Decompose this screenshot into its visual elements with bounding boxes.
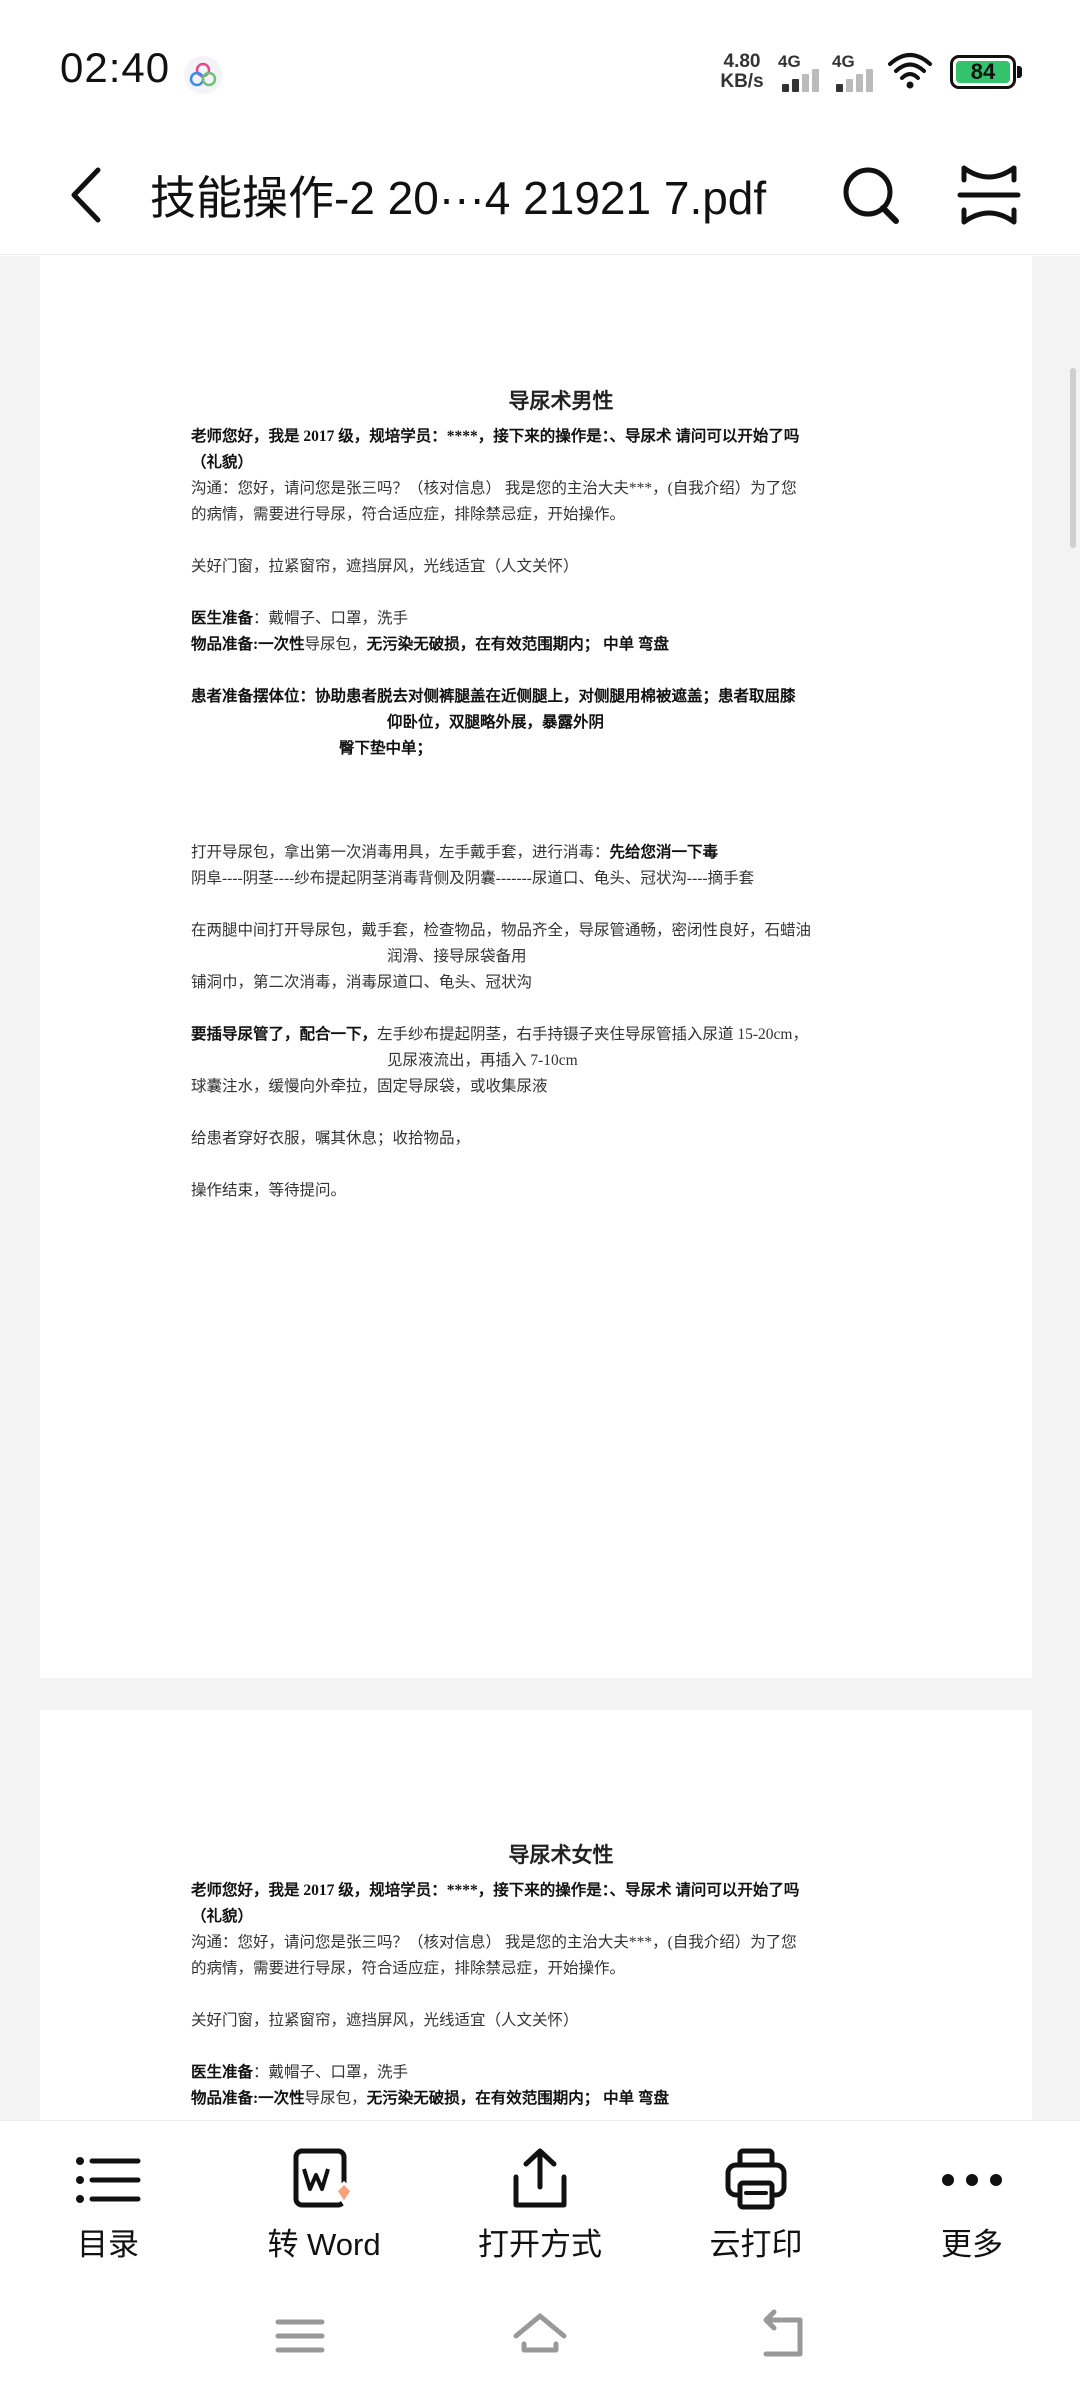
status-bar: 02:40 4.80 KB/s 4G 4G 84 <box>0 0 1080 140</box>
text-line: 仰卧位，双腿略外展，暴露外阴 <box>387 714 605 731</box>
wifi-icon <box>886 50 934 90</box>
scan-icon <box>957 165 1021 225</box>
text-line: 老师您好，我是 2017 级，规培学员：****，接下来的操作是：、导尿术 请问… <box>191 428 800 445</box>
clock: 02:40 <box>60 44 171 91</box>
search-button[interactable] <box>838 160 904 230</box>
toc-button[interactable]: 目录 <box>0 2135 216 2265</box>
text-line: 物品准备:一次性导尿包，无污染无破损，在有效范围期内； 中单 弯盘 <box>191 632 931 658</box>
recents-button[interactable] <box>270 2306 330 2366</box>
network-speed-value: 4.80 <box>723 51 761 72</box>
pdf-page: 导尿术男性 老师您好，我是 2017 级，规培学员：****，接下来的操作是：、… <box>40 256 1032 1678</box>
text-span: 无污染无破损，在有效范围期内； 中单 弯盘 <box>366 636 669 653</box>
printer-icon <box>725 2148 787 2210</box>
share-icon <box>513 2148 567 2208</box>
page-title: 导尿术女性 <box>508 1844 614 1867</box>
bottom-action-bar: 目录 转 Word 打开方式 云打印 更多 <box>0 2120 1080 2270</box>
signal-label: 4G <box>832 52 855 71</box>
text-line: 的病情，需要进行导尿，符合适应症，排除禁忌症，开始操作。 <box>191 506 626 523</box>
signal-icon: 4G <box>832 52 880 92</box>
convert-word-label: 转 Word <box>267 2227 381 2262</box>
home-icon <box>513 2313 567 2353</box>
document-title: 技能操作-2 20···4 21921 7.pdf <box>150 172 767 224</box>
back-arrow-icon <box>71 167 101 223</box>
battery-level: 84 <box>956 61 1010 83</box>
network-speed: 4.80 KB/s <box>716 52 768 92</box>
text-line: 医生准备：戴帽子、口罩，洗手 <box>191 606 931 632</box>
menu-icon <box>275 2319 325 2353</box>
signal-label: 4G <box>778 52 801 71</box>
text-line: 打开导尿包，拿出第一次消毒用具，左手戴手套，进行消毒：先给您消一下毒 <box>191 840 931 866</box>
text-line: 患者准备摆体位：协助患者脱去对侧裤腿盖在近侧腿上，对侧腿用棉被遮盖；患者取屈膝 <box>191 688 796 705</box>
pdf-page: 导尿术女性 老师您好，我是 2017 级，规培学员：****，接下来的操作是：、… <box>40 1710 1032 2120</box>
page-title: 导尿术男性 <box>508 390 614 413</box>
back-button[interactable] <box>60 160 120 230</box>
text-line: 阴阜----阴茎----纱布提起阴茎消毒背侧及阴囊-------尿道口、龟头、冠… <box>191 870 755 887</box>
text-line: 医生准备：戴帽子、口罩，洗手 <box>191 2060 931 2086</box>
text-span: 打开导尿包，拿出第一次消毒用具，左手戴手套，进行消毒： <box>191 844 610 861</box>
text-line: 臀下垫中单； <box>339 740 433 757</box>
open-with-button[interactable]: 打开方式 <box>432 2135 648 2265</box>
search-icon <box>843 167 899 224</box>
more-icon <box>942 2174 1002 2186</box>
page-content: 导尿术女性 老师您好，我是 2017 级，规培学员：****，接下来的操作是：、… <box>191 1840 931 2112</box>
text-line: 见尿液流出，再插入 7-10cm <box>387 1052 578 1069</box>
text-span: ：戴帽子、口罩，洗手 <box>253 610 409 627</box>
signal-icon: 4G <box>778 52 826 92</box>
cloud-print-button[interactable]: 云打印 <box>648 2135 864 2265</box>
text-span: 物品准备:一次性 <box>191 636 305 653</box>
pdf-viewer[interactable]: 导尿术男性 老师您好，我是 2017 级，规培学员：****，接下来的操作是：、… <box>0 256 1080 2120</box>
text-line: 物品准备:一次性导尿包，无污染无破损，在有效范围期内； 中单 弯盘 <box>191 2086 931 2112</box>
back-nav-button[interactable] <box>750 2306 810 2366</box>
text-line: 沟通：您好，请问您是张三吗？（核对信息） 我是您的主治大夫***，(自我介绍）为… <box>191 1934 797 1951</box>
text-span: 无污染无破损，在有效范围期内； 中单 弯盘 <box>366 2090 669 2107</box>
text-span: 左手纱布提起阴茎，右手持镊子夹住导尿管插入尿道 15-20cm， <box>377 1026 808 1043</box>
battery-icon: 84 <box>950 55 1022 89</box>
more-button[interactable]: 更多 <box>864 2135 1080 2265</box>
text-line: 球囊注水，缓慢向外牵拉，固定导尿袋，或收集尿液 <box>191 1078 548 1095</box>
convert-word-button[interactable]: 转 Word <box>216 2135 432 2265</box>
list-icon <box>76 2157 141 2203</box>
more-label: 更多 <box>941 2227 1003 2262</box>
text-span: 导尿包， <box>304 2090 367 2107</box>
text-line: 的病情，需要进行导尿，符合适应症，排除禁忌症，开始操作。 <box>191 1960 626 1977</box>
text-line: 铺洞巾，第二次消毒，消毒尿道口、龟头、冠状沟 <box>191 974 533 991</box>
text-line: （礼貌） <box>191 1908 254 1925</box>
word-convert-icon <box>293 2148 354 2208</box>
top-toolbar: 技能操作-2 20···4 21921 7.pdf <box>0 140 1080 255</box>
return-icon <box>763 2309 803 2357</box>
text-line: （礼貌） <box>191 454 254 471</box>
toc-label: 目录 <box>77 2227 139 2262</box>
page-content: 导尿术男性 老师您好，我是 2017 级，规培学员：****，接下来的操作是：、… <box>191 386 931 1204</box>
text-line: 操作结束，等待提问。 <box>191 1182 347 1199</box>
cloud-print-label: 云打印 <box>709 2227 803 2262</box>
text-line: 给患者穿好衣服，嘱其休息；收拾物品， <box>191 1130 471 1147</box>
network-speed-unit: KB/s <box>720 71 764 92</box>
system-nav-bar <box>0 2270 1080 2400</box>
home-button[interactable] <box>510 2306 570 2366</box>
text-span: 先给您消一下毒 <box>609 844 719 861</box>
open-with-label: 打开方式 <box>478 2227 602 2262</box>
text-span: 要插导尿管了，配合一下， <box>191 1026 378 1043</box>
text-span: 医生准备 <box>191 610 254 627</box>
text-span: 医生准备 <box>191 2064 254 2081</box>
text-line: 要插导尿管了，配合一下，左手纱布提起阴茎，右手持镊子夹住导尿管插入尿道 15-2… <box>191 1022 931 1048</box>
text-line: 关好门窗，拉紧窗帘，遮挡屏风，光线适宜（人文关怀） <box>191 558 579 575</box>
text-span: 导尿包， <box>304 636 367 653</box>
app-notification-icon <box>184 56 222 94</box>
text-span: 物品准备:一次性 <box>191 2090 305 2107</box>
text-line: 关好门窗，拉紧窗帘，遮挡屏风，光线适宜（人文关怀） <box>191 2012 579 2029</box>
text-span: ：戴帽子、口罩，洗手 <box>253 2064 409 2081</box>
text-line: 老师您好，我是 2017 级，规培学员：****，接下来的操作是：、导尿术 请问… <box>191 1882 800 1899</box>
scrollbar-thumb[interactable] <box>1070 368 1076 548</box>
scan-button[interactable] <box>956 160 1022 230</box>
text-line: 在两腿中间打开导尿包，戴手套，检查物品，物品齐全，导尿管通畅，密闭性良好，石蜡油 <box>191 922 812 939</box>
text-line: 沟通：您好，请问您是张三吗？（核对信息） 我是您的主治大夫***，(自我介绍）为… <box>191 480 797 497</box>
text-line: 润滑、接导尿袋备用 <box>387 948 527 965</box>
